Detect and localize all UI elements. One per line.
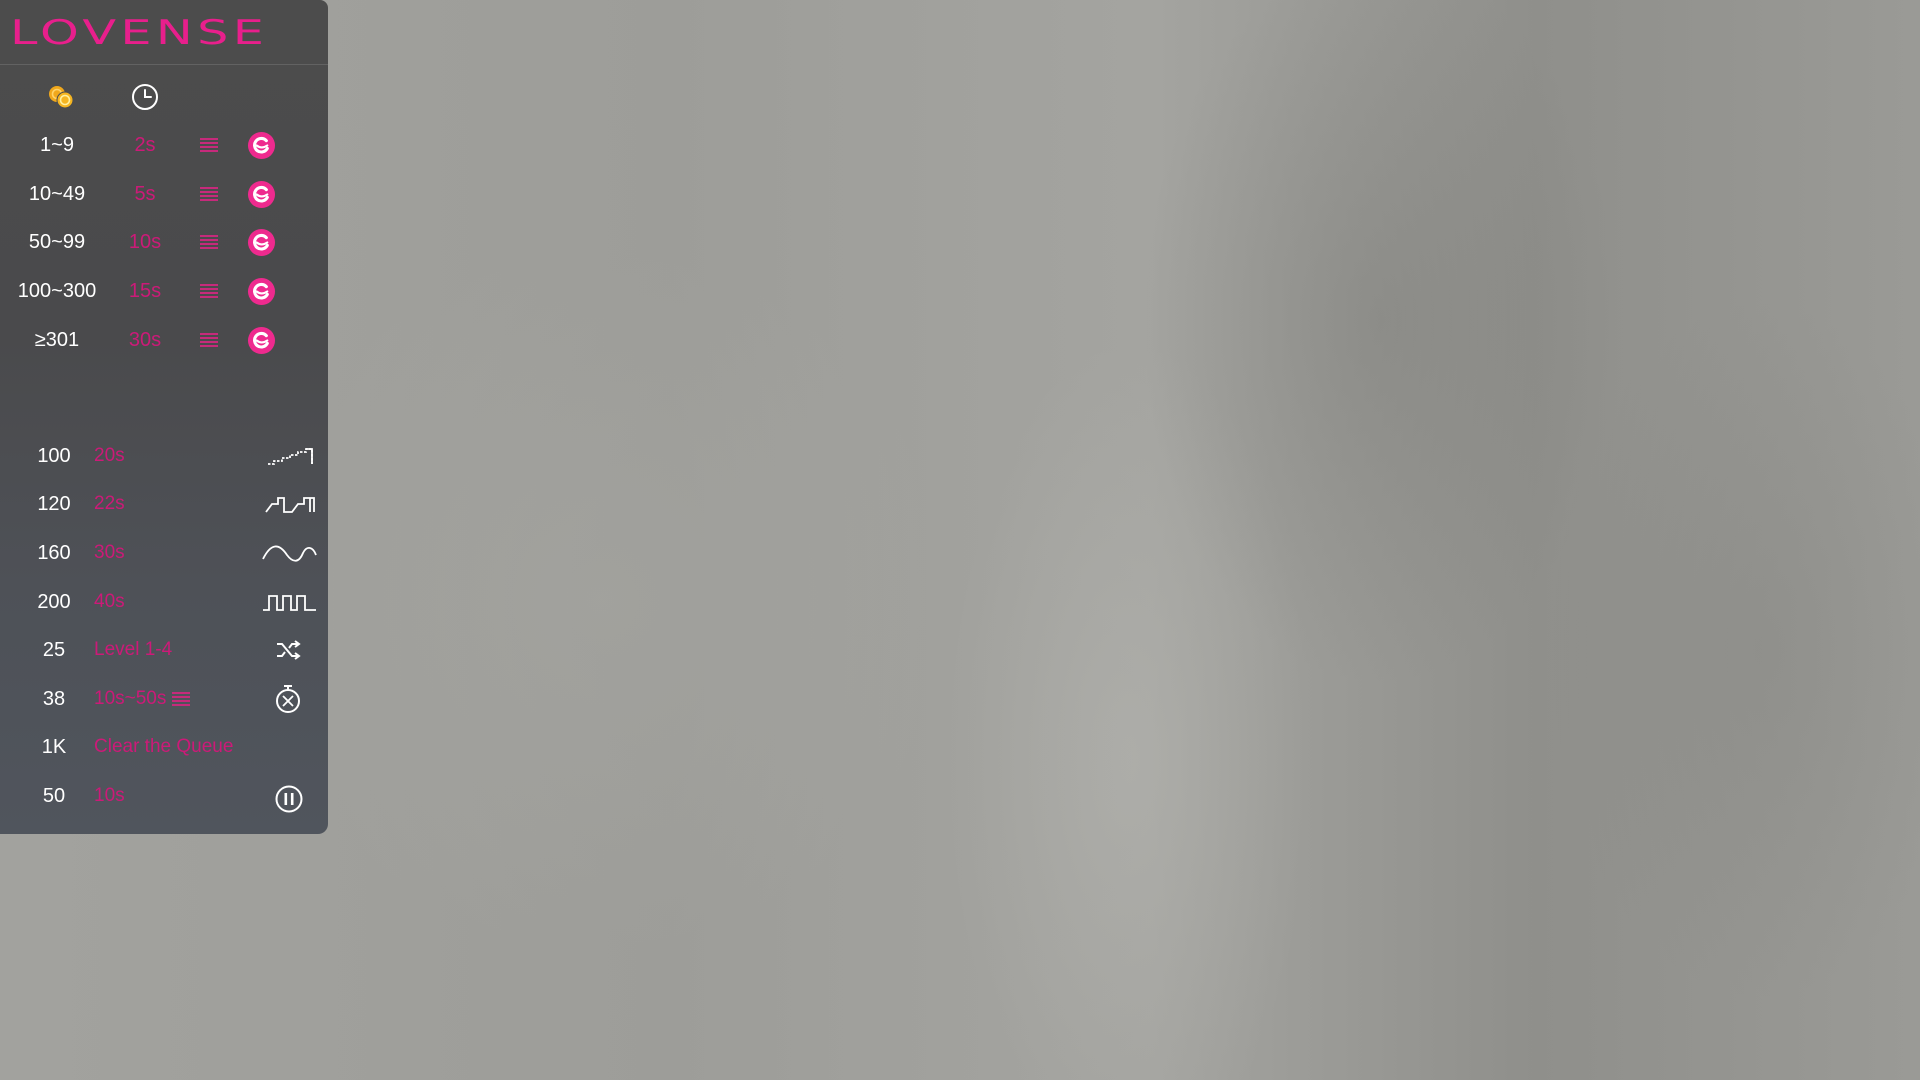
special-command-row: 200 40s — [0, 584, 328, 620]
lovense-vibe-icon — [247, 228, 276, 257]
command-amount: 160 — [37, 542, 71, 564]
tip-range: 50~99 — [28, 231, 86, 253]
special-command-row: 1K Clear the Queue — [0, 729, 328, 765]
tip-range: 100~300 — [17, 280, 97, 302]
command-action: 10s — [94, 785, 125, 806]
lovense-vibe-icon — [247, 326, 276, 355]
intensity-bars-icon — [200, 187, 218, 201]
special-command-row: 160 30s — [0, 535, 328, 571]
pattern-step-up-icon — [268, 448, 313, 465]
command-action: 20s — [94, 445, 125, 466]
tip-level-row: 100~300 15s — [0, 273, 328, 309]
header-divider — [0, 64, 328, 65]
intensity-bars-icon — [200, 138, 218, 152]
tip-level-row: ≥301 30s — [0, 322, 328, 358]
random-shuffle-icon — [277, 640, 301, 660]
command-action: 40s — [94, 591, 125, 612]
intensity-bars-icon — [172, 692, 190, 706]
clock-icon — [132, 84, 158, 110]
tip-duration: 5s — [134, 183, 156, 205]
lovense-vibe-icon — [247, 277, 276, 306]
special-command-row: 120 22s — [0, 486, 328, 522]
tip-level-row: 10~49 5s — [0, 176, 328, 212]
pause-icon — [275, 785, 303, 813]
pattern-wave-icon — [262, 545, 317, 562]
tip-level-row: 1~9 2s — [0, 127, 328, 163]
special-command-row: 50 10s — [0, 778, 328, 814]
command-amount: 100 — [37, 445, 71, 467]
command-action: 30s — [94, 542, 125, 563]
command-amount: 38 — [42, 688, 66, 710]
tip-duration: 30s — [128, 329, 162, 351]
lovense-vibe-icon — [247, 131, 276, 160]
lovense-tip-menu-panel: LOVENSE 1~9 2s 10~49 5s 50~99 10s 100~30… — [0, 0, 328, 834]
tip-level-row: 50~99 10s — [0, 224, 328, 260]
tip-range: 1~9 — [40, 134, 74, 156]
command-amount: 200 — [37, 591, 71, 613]
command-amount: 50 — [42, 785, 66, 807]
tip-duration: 10s — [128, 231, 162, 253]
tip-duration: 15s — [128, 280, 162, 302]
intensity-bars-icon — [200, 235, 218, 249]
special-command-row: 38 10s~50s — [0, 681, 328, 717]
tip-range: ≥301 — [34, 329, 80, 351]
command-action: Clear the Queue — [94, 736, 234, 757]
special-command-row: 25 Level 1-4 — [0, 632, 328, 668]
random-time-icon — [276, 685, 300, 713]
command-action: 10s~50s — [94, 688, 167, 709]
lovense-logo: LOVENSE — [10, 12, 315, 54]
special-command-row: 100 20s — [0, 438, 328, 474]
command-action: 22s — [94, 493, 125, 514]
command-amount: 25 — [42, 639, 66, 661]
pattern-pulse-icon — [265, 497, 315, 513]
lovense-vibe-icon — [247, 180, 276, 209]
command-amount: 1K — [41, 736, 67, 758]
intensity-bars-icon — [200, 333, 218, 347]
pattern-square-icon — [263, 595, 316, 611]
logo-text: LOVENSE — [10, 13, 269, 53]
tip-range: 10~49 — [28, 183, 86, 205]
intensity-bars-icon — [200, 284, 218, 298]
command-action: Level 1-4 — [94, 639, 173, 660]
command-amount: 120 — [37, 493, 71, 515]
tip-duration: 2s — [134, 134, 156, 156]
coins-icon — [49, 86, 74, 109]
